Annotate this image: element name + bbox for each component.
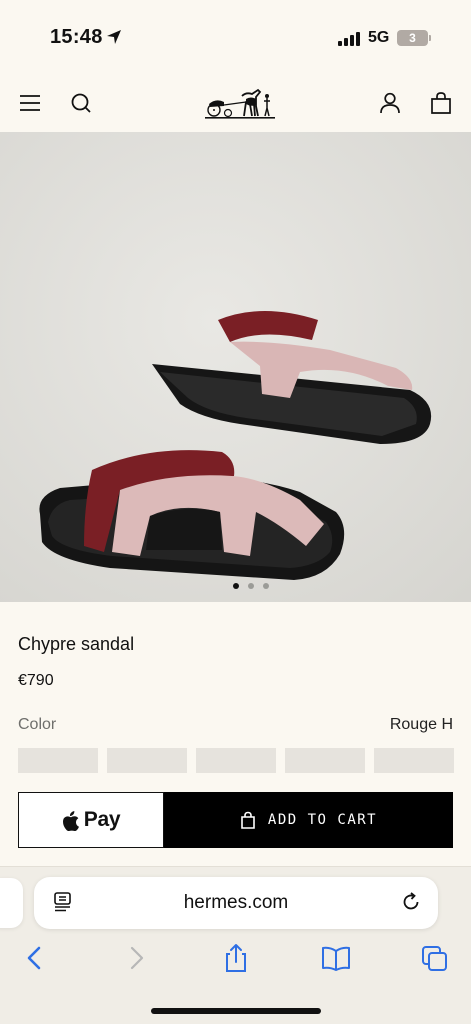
cellular-signal-icon (338, 32, 360, 46)
product-price: €790 (18, 672, 54, 689)
shopping-bag-icon[interactable] (428, 90, 454, 116)
color-swatch[interactable] (196, 748, 276, 773)
battery-tip (429, 35, 431, 41)
add-to-cart-button[interactable]: ADD TO CART (164, 792, 453, 848)
color-swatch[interactable] (18, 748, 98, 773)
apple-pay-label: Pay (83, 808, 121, 831)
forward-icon[interactable] (121, 942, 151, 974)
shopping-bag-icon (241, 811, 255, 829)
search-icon[interactable] (68, 90, 94, 116)
product-image[interactable] (0, 132, 471, 602)
back-icon[interactable] (20, 942, 50, 974)
apple-icon (62, 810, 79, 831)
reload-icon[interactable] (400, 891, 422, 913)
selected-color: Rouge H (389, 716, 453, 733)
apple-pay-button[interactable]: Pay (18, 792, 164, 848)
battery-indicator: 3 (397, 30, 428, 46)
url-text: hermes.com (183, 892, 289, 913)
menu-icon[interactable] (17, 90, 43, 116)
location-arrow-icon (107, 30, 121, 44)
color-swatch[interactable] (285, 748, 365, 773)
previous-tab-preview[interactable] (0, 878, 23, 928)
color-swatch[interactable] (107, 748, 187, 773)
sandal-image (0, 132, 471, 602)
tabs-icon[interactable] (420, 942, 450, 974)
status-time: 15:48 (50, 26, 103, 48)
address-bar[interactable]: hermes.com (34, 877, 438, 929)
gallery-dot[interactable] (263, 583, 269, 589)
account-icon[interactable] (377, 90, 403, 116)
home-indicator[interactable] (151, 1008, 321, 1014)
gallery-dot-active[interactable] (233, 583, 239, 589)
bookmarks-icon[interactable] (320, 942, 352, 974)
gallery-dot[interactable] (248, 583, 254, 589)
share-icon[interactable] (221, 942, 251, 974)
hermes-logo[interactable] (202, 82, 278, 122)
site-header (0, 76, 471, 132)
color-label: Color (18, 716, 57, 733)
network-type: 5G (368, 29, 390, 46)
status-bar: 15:48 5G 3 (0, 0, 471, 76)
color-swatch[interactable] (374, 748, 454, 773)
add-to-cart-label: ADD TO CART (267, 812, 378, 828)
product-name: Chypre sandal (18, 634, 135, 654)
